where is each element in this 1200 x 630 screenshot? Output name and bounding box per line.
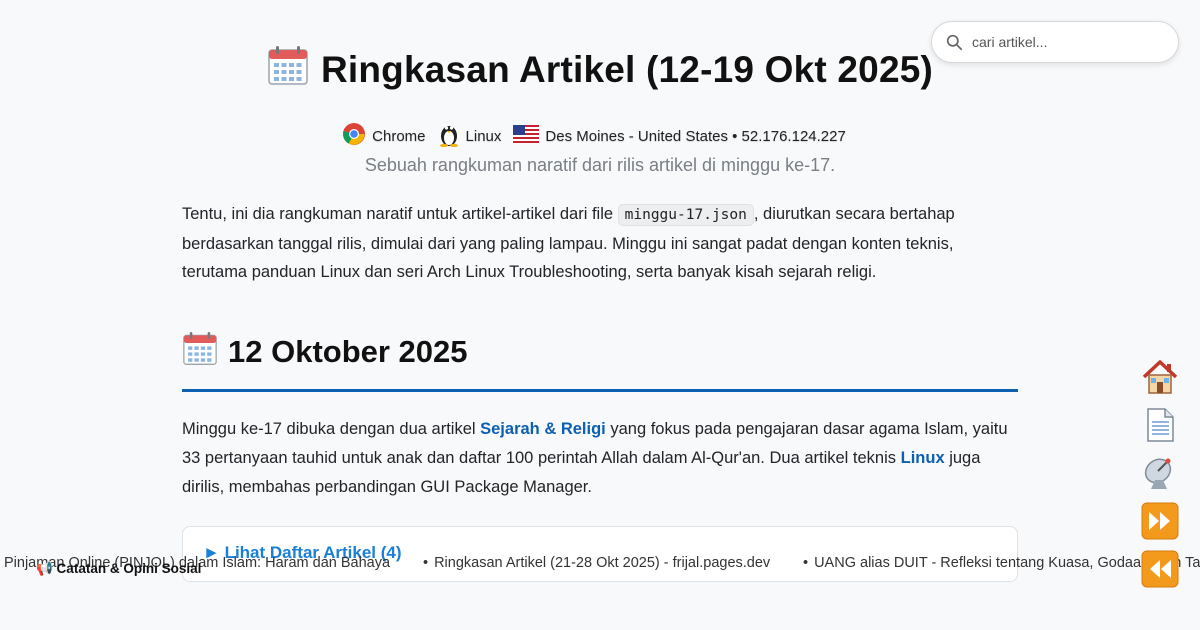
calendar-icon — [267, 46, 309, 95]
section-heading-text: 12 Oktober 2025 — [228, 334, 468, 369]
document-icon — [1147, 408, 1174, 442]
chrome-icon — [342, 122, 366, 150]
next-button[interactable] — [1140, 502, 1180, 540]
link-sejarah-religi[interactable]: Sejarah & Religi — [480, 420, 606, 438]
ticker-item[interactable]: • Ringkasan Artikel (21-28 Okt 2025) - fr… — [423, 555, 770, 571]
os-label: Linux — [465, 127, 502, 145]
home-button[interactable] — [1140, 358, 1180, 396]
rss-button[interactable] — [1140, 454, 1180, 492]
calendar-icon — [182, 332, 218, 374]
ticker-item-text: Ringkasan Artikel (21-28 Okt 2025) - fri… — [434, 555, 771, 571]
bullet-icon: • — [423, 555, 429, 571]
us-flag-icon — [513, 125, 540, 147]
intro-text: Tentu, ini dia rangkuman naratif untuk a… — [182, 205, 618, 223]
document-button[interactable] — [1140, 406, 1180, 444]
page-subtitle: Sebuah rangkuman naratif dari rilis arti… — [364, 155, 836, 175]
browser-label: Chrome — [372, 127, 426, 145]
category-badge: 📢 Catatan & Opini Sosial — [36, 561, 202, 576]
rewind-icon — [1141, 550, 1179, 588]
page-title: Ringkasan Artikel (12-19 Okt 2025) — [0, 46, 1200, 95]
page-title-text: Ringkasan Artikel (12-19 Okt 2025) — [320, 49, 934, 90]
filename-code: minggu-17.json — [617, 204, 754, 226]
visitor-meta: Chrome Linux Des Moines - United States — [0, 121, 1200, 151]
intro-paragraph: Tentu, ini dia rangkuman naratif untuk a… — [182, 200, 1018, 287]
previous-button[interactable] — [1140, 550, 1180, 588]
para-text: Minggu ke-17 dibuka dengan dua artikel — [182, 420, 481, 438]
section-heading: 12 Oktober 2025 — [182, 332, 1018, 392]
section-paragraph: Minggu ke-17 dibuka dengan dua artikel S… — [182, 415, 1018, 502]
satellite-icon — [1144, 458, 1172, 489]
linux-tux-icon — [438, 121, 460, 151]
home-icon — [1142, 360, 1178, 394]
bullet-icon: • — [803, 555, 809, 571]
fast-forward-icon — [1141, 502, 1179, 540]
link-linux[interactable]: Linux — [901, 449, 945, 467]
location-label: Des Moines - United States • 52.176.124.… — [545, 127, 846, 145]
